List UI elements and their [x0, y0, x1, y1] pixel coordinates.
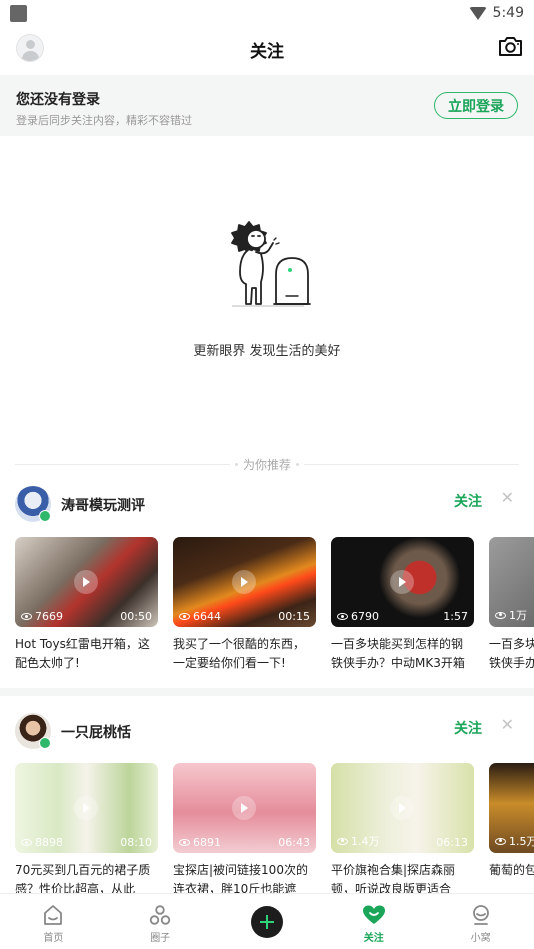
video-card[interactable]: 1.5万 葡萄的包价就能买 — [489, 763, 534, 899]
play-icon — [74, 570, 98, 594]
video-title[interactable]: 我买了一个很酷的东西，一定要给你们看一下! — [173, 635, 316, 673]
nav-follow[interactable]: 关注 — [320, 894, 427, 949]
login-banner: 您还没有登录 登录后同步关注内容，精彩不容错过 立即登录 — [0, 75, 534, 136]
creator-name[interactable]: 涛哥模玩测评 — [61, 495, 145, 515]
video-thumbnail[interactable]: 8898 08:10 — [15, 763, 158, 853]
video-thumbnail[interactable]: 1万 — [489, 537, 534, 627]
video-title[interactable]: 一百多块能买到怎样的钢铁侠手办？中动MK3开箱试玩 — [331, 635, 474, 673]
video-card[interactable]: 6790 1:57 一百多块能买到怎样的钢铁侠手办？中动MK3开箱试玩 — [331, 537, 474, 673]
login-button[interactable]: 立即登录 — [434, 92, 518, 119]
status-time: 5:49 — [492, 5, 524, 21]
video-thumbnail[interactable]: 7669 00:50 — [15, 537, 158, 627]
video-thumbnail[interactable]: 6644 00:15 — [173, 537, 316, 627]
user-avatar-button[interactable] — [16, 34, 44, 62]
video-card[interactable]: 1万 一百多块能买到怎样的钢铁侠手办? — [489, 537, 534, 673]
video-title[interactable]: 一百多块能买到怎样的钢铁侠手办? — [489, 635, 534, 673]
video-row: 8898 08:10 70元买到几百元的裙子质感？性价比超高，从此无... 68… — [15, 763, 534, 913]
video-card[interactable]: 7669 00:50 Hot Toys红雷电开箱，这配色太帅了! — [15, 537, 158, 673]
nav-home[interactable]: 首页 — [0, 894, 107, 949]
heart-icon — [362, 905, 385, 924]
profile-icon — [472, 905, 489, 925]
recommend-divider: 为你推荐 — [15, 455, 520, 473]
close-icon[interactable]: ✕ — [501, 715, 514, 734]
home-icon — [44, 905, 63, 925]
video-thumbnail[interactable]: 1.5万 — [489, 763, 534, 853]
creator-card: 涛哥模玩测评 关注 ✕ — [0, 486, 534, 526]
wifi-icon — [468, 6, 487, 20]
section-divider — [0, 688, 534, 696]
video-card[interactable]: 6891 06:43 宝探店|被问链接100次的连衣裙，胖10斤也能遮得... — [173, 763, 316, 899]
play-icon — [232, 796, 256, 820]
eye-icon — [337, 613, 348, 620]
nav-publish[interactable] — [214, 894, 321, 949]
eye-icon — [21, 613, 32, 620]
recommend-label: 为你推荐 — [243, 457, 292, 472]
eye-icon — [495, 611, 506, 619]
video-card[interactable]: 1.4万 06:13 平价旗袍合集|探店森丽顿，听说改良版更适合年... — [331, 763, 474, 899]
verified-badge-icon — [39, 510, 51, 522]
nav-profile[interactable]: 小窝 — [427, 894, 534, 949]
video-thumbnail[interactable]: 6891 06:43 — [173, 763, 316, 853]
eye-icon — [179, 613, 190, 620]
empty-state-text: 更新眼界 发现生活的美好 — [193, 344, 341, 359]
video-row: 7669 00:50 Hot Toys红雷电开箱，这配色太帅了! 6644 00… — [15, 537, 534, 687]
eye-icon — [179, 839, 190, 846]
video-title[interactable]: Hot Toys红雷电开箱，这配色太帅了! — [15, 635, 158, 673]
play-icon — [74, 796, 98, 820]
bottom-nav: 首页 圈子 关注 小窝 — [0, 893, 534, 949]
play-icon — [390, 570, 414, 594]
creator-card: 一只屁桃恬 关注 ✕ — [0, 713, 534, 753]
eye-icon — [495, 837, 506, 845]
close-icon[interactable]: ✕ — [501, 488, 514, 507]
video-card[interactable]: 6644 00:15 我买了一个很酷的东西，一定要给你们看一下! — [173, 537, 316, 673]
video-thumbnail[interactable]: 1.4万 06:13 — [331, 763, 474, 853]
camera-icon[interactable] — [498, 36, 523, 57]
follow-button[interactable]: 关注 — [454, 491, 482, 511]
status-bar: 5:49 — [0, 0, 534, 26]
eye-icon — [21, 839, 32, 846]
follow-button[interactable]: 关注 — [454, 718, 482, 738]
notification-icon — [10, 4, 27, 22]
video-thumbnail[interactable]: 6790 1:57 — [331, 537, 474, 627]
publish-icon — [250, 906, 283, 938]
creator-name[interactable]: 一只屁桃恬 — [61, 722, 131, 742]
play-icon — [390, 796, 414, 820]
top-bar: 关注 — [0, 26, 534, 72]
video-card[interactable]: 8898 08:10 70元买到几百元的裙子质感？性价比超高，从此无... — [15, 763, 158, 899]
circles-icon — [149, 905, 171, 925]
verified-badge-icon — [39, 737, 51, 749]
empty-state-illustration — [231, 221, 311, 307]
nav-circles[interactable]: 圈子 — [107, 894, 214, 949]
eye-icon — [337, 837, 348, 845]
page-title: 关注 — [250, 41, 284, 62]
play-icon — [232, 570, 256, 594]
